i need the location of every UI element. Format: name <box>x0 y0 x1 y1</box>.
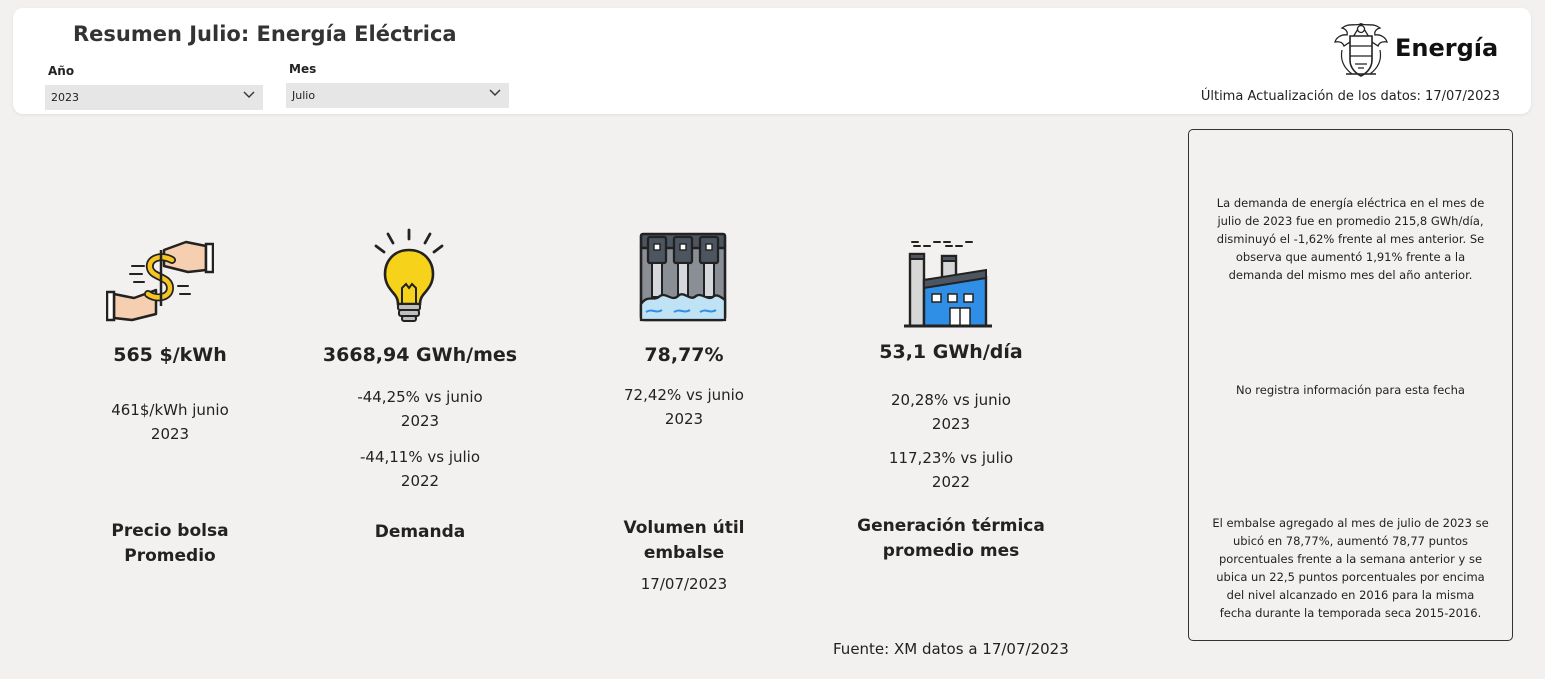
price-name-line1: Precio bolsa <box>111 521 229 541</box>
page-title: Resumen Julio: Energía Eléctrica <box>73 22 457 46</box>
thermal-name-line2: promedio mes <box>882 541 1020 561</box>
year-select-value: 2023 <box>51 91 79 104</box>
thermal-value: 53,1 GWh/día <box>879 341 1023 363</box>
price-compare-line1: 461$/kWh junio <box>111 401 229 419</box>
reservoir-info-text: El embalse agregado al mes de julio de 2… <box>1212 516 1489 620</box>
chevron-down-icon <box>243 91 255 98</box>
demand-compare1-line2: 2023 <box>400 412 440 430</box>
logo-text: Energía <box>1395 34 1499 62</box>
reservoir-date: 17/07/2023 <box>640 575 728 593</box>
demand-compare2-line2: 2022 <box>400 472 440 490</box>
month-select[interactable]: Julio <box>286 83 509 108</box>
no-info-text: No registra información para esta fecha <box>1236 383 1465 397</box>
last-update-text: Última Actualización de los datos: 17/07… <box>1200 89 1500 104</box>
dam-icon <box>639 232 727 322</box>
factory-icon <box>904 241 992 328</box>
year-select[interactable]: 2023 <box>45 85 263 110</box>
info-panel: La demanda de energía eléctrica en el me… <box>1188 129 1513 641</box>
month-filter-label: Mes <box>289 62 317 76</box>
chevron-down-icon <box>489 89 501 96</box>
thermal-compare2-line1: 117,23% vs julio <box>888 449 1014 467</box>
reservoir-name-line2: embalse <box>643 543 725 563</box>
reservoir-compare-line2: 2023 <box>664 410 704 428</box>
header-bar: Resumen Julio: Energía Eléctrica Año 202… <box>13 8 1531 114</box>
coat-of-arms-icon <box>1334 22 1388 77</box>
demand-compare2-line1: -44,11% vs julio <box>359 448 481 466</box>
demand-info-text: La demanda de energía eléctrica en el me… <box>1216 196 1485 282</box>
price-name-line2: Promedio <box>124 546 216 566</box>
thermal-name-line1: Generación térmica <box>857 516 1045 536</box>
thermal-compare2-line2: 2022 <box>931 473 971 491</box>
source-note: Fuente: XM datos a 17/07/2023 <box>833 640 1069 658</box>
month-select-value: Julio <box>292 89 316 102</box>
price-compare-line2: 2023 <box>150 425 190 443</box>
demand-value: 3668,94 GWh/mes <box>322 344 518 366</box>
price-value: 565 $/kWh <box>113 344 227 366</box>
reservoir-compare-line1: 72,42% vs junio <box>624 386 744 404</box>
reservoir-name-line1: Volumen útil <box>623 518 745 538</box>
thermal-compare1-line2: 2023 <box>931 415 971 433</box>
year-filter-label: Año <box>48 64 75 78</box>
demand-name: Demanda <box>374 522 466 542</box>
reservoir-value: 78,77% <box>644 344 724 366</box>
ministry-logo: Energía <box>1332 20 1502 80</box>
money-exchange-icon <box>106 240 214 322</box>
demand-compare1-line1: -44,25% vs junio <box>357 388 483 406</box>
lightbulb-icon <box>374 228 444 322</box>
thermal-compare1-line1: 20,28% vs junio <box>891 391 1011 409</box>
